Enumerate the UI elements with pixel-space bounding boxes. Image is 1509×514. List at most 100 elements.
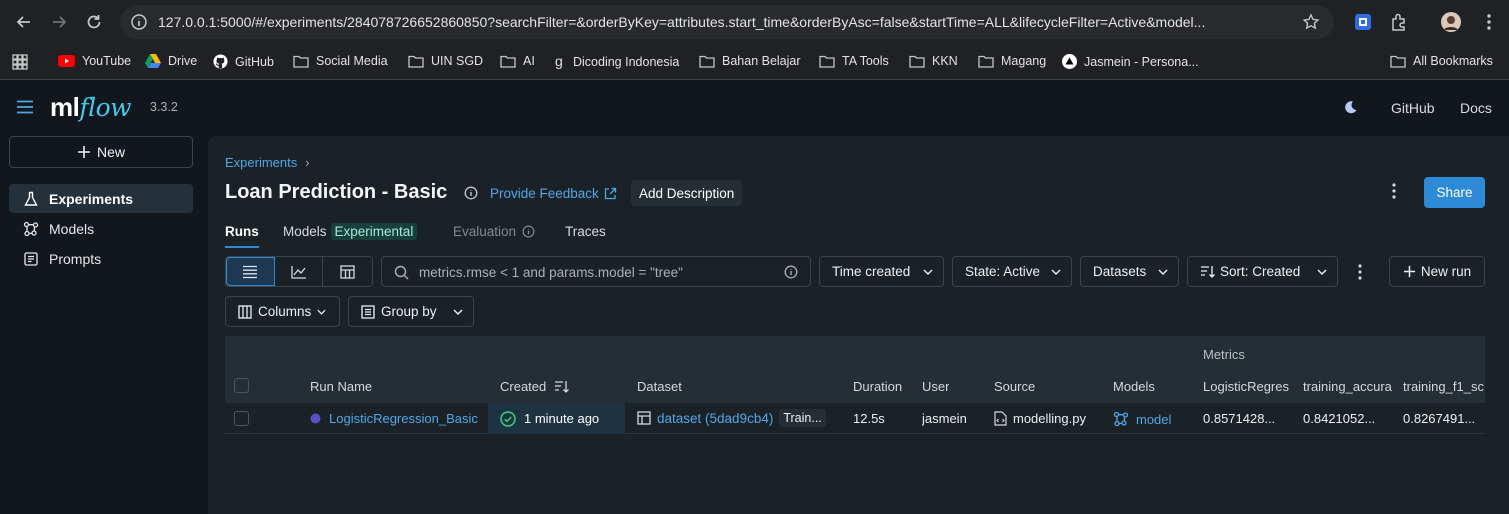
bookmark-drive[interactable]: Drive — [145, 54, 197, 68]
logo-flow: flow — [79, 93, 132, 122]
new-run-button[interactable]: New run — [1389, 256, 1485, 287]
all-bookmarks[interactable]: All Bookmarks — [1390, 54, 1493, 68]
sidebar-item-experiments[interactable]: Experiments — [9, 184, 193, 213]
tab-models-label: Models — [283, 224, 327, 239]
browser-menu-icon[interactable] — [1478, 11, 1500, 33]
column-header-metric-3[interactable]: training_f1_sc — [1403, 379, 1485, 394]
columns-button[interactable]: Columns — [225, 296, 340, 327]
column-header-run-name[interactable]: Run Name — [310, 379, 372, 394]
run-name-cell[interactable]: LogisticRegression_Basic — [310, 411, 478, 426]
column-header-created[interactable]: Created — [500, 379, 570, 394]
table-icon — [637, 411, 651, 425]
experimental-badge: Experimental — [330, 223, 418, 240]
menu-toggle-icon[interactable] — [16, 100, 34, 114]
column-header-duration[interactable]: Duration — [853, 379, 902, 394]
bookmark-folder-ta[interactable]: TA Tools — [819, 54, 889, 68]
bookmark-label: Bahan Belajar — [722, 54, 801, 68]
apps-grid-icon[interactable] — [12, 54, 28, 70]
sidebar-item-prompts[interactable]: Prompts — [9, 244, 193, 273]
search-input[interactable]: metrics.rmse < 1 and params.model = "tre… — [381, 256, 811, 287]
bookmark-folder-kkn[interactable]: KKN — [909, 54, 958, 68]
state-dropdown[interactable]: State: Active — [952, 256, 1072, 287]
share-button[interactable]: Share — [1424, 177, 1485, 208]
column-header-user[interactable]: User — [922, 379, 949, 394]
extensions-puzzle-icon[interactable] — [1388, 11, 1410, 33]
chevron-down-icon — [453, 309, 463, 315]
svg-text:g: g — [555, 54, 563, 69]
bookmark-folder-magang[interactable]: Magang — [978, 54, 1046, 68]
column-header-source[interactable]: Source — [994, 379, 1035, 394]
tab-runs[interactable]: Runs — [225, 224, 259, 248]
table-row[interactable]: LogisticRegression_Basic 1 minute ago da… — [225, 403, 1485, 434]
browser-toolbar: 127.0.0.1:5000/#/experiments/28407872665… — [0, 0, 1509, 44]
github-link[interactable]: GitHub — [1391, 100, 1435, 116]
models-cell[interactable]: model — [1113, 411, 1171, 427]
site-info-icon[interactable] — [130, 13, 148, 31]
sidebar-item-label: Prompts — [49, 250, 102, 267]
bookmark-folder-ai[interactable]: AI — [500, 54, 535, 68]
model-link[interactable]: model — [1136, 412, 1171, 427]
bookmark-folder-uin[interactable]: UIN SGD — [408, 54, 483, 68]
row-checkbox[interactable] — [234, 411, 249, 426]
bookmark-jasmein[interactable]: Jasmein - Persona... — [1062, 54, 1199, 69]
datasets-dropdown[interactable]: Datasets — [1080, 256, 1179, 287]
group-by-dropdown[interactable]: Group by — [348, 296, 474, 327]
chart-view-button[interactable] — [275, 257, 324, 286]
profile-avatar[interactable] — [1440, 11, 1462, 33]
time-created-dropdown[interactable]: Time created — [819, 256, 944, 287]
bookmark-dicoding[interactable]: g Dicoding Indonesia — [554, 54, 679, 69]
bookmark-star-icon[interactable] — [1302, 13, 1320, 31]
new-button[interactable]: New — [9, 136, 193, 168]
source-cell[interactable]: modelling.py — [994, 411, 1086, 426]
new-button-label: New — [96, 144, 125, 160]
column-header-metric-2[interactable]: training_accura — [1303, 379, 1393, 394]
reload-icon[interactable] — [84, 12, 104, 32]
bookmark-youtube[interactable]: YouTube — [58, 54, 131, 68]
folder-icon — [500, 55, 516, 68]
column-header-models[interactable]: Models — [1113, 379, 1155, 394]
run-name-link[interactable]: LogisticRegression_Basic — [329, 411, 478, 426]
bookmark-label: TA Tools — [842, 54, 889, 68]
mlflow-logo[interactable]: mlflow — [50, 92, 132, 123]
bookmark-folder-social[interactable]: Social Media — [293, 54, 388, 68]
tab-traces[interactable]: Traces — [565, 224, 606, 248]
address-bar[interactable]: 127.0.0.1:5000/#/experiments/28407872665… — [120, 5, 1334, 39]
select-all-checkbox[interactable] — [234, 378, 249, 393]
bookmark-label: All Bookmarks — [1413, 54, 1493, 68]
bookmark-folder-bahan[interactable]: Bahan Belajar — [699, 54, 801, 68]
column-header-dataset[interactable]: Dataset — [637, 379, 682, 394]
tab-evaluation[interactable]: Evaluation — [453, 224, 535, 248]
chevron-down-icon — [1051, 269, 1061, 275]
dark-mode-moon-icon[interactable] — [1343, 100, 1358, 115]
breadcrumb-experiments[interactable]: Experiments — [225, 155, 297, 170]
sort-desc-icon — [555, 381, 570, 393]
forward-icon[interactable] — [49, 12, 69, 32]
sort-dropdown[interactable]: Sort: Created — [1187, 256, 1338, 287]
bookmark-github[interactable]: GitHub — [213, 54, 274, 69]
dropdown-label: Group by — [381, 304, 437, 319]
docs-link[interactable]: Docs — [1460, 100, 1492, 116]
dropdown-label: Columns — [258, 304, 312, 319]
bookmark-label: GitHub — [235, 54, 274, 69]
metrics-group-header: Metrics — [1203, 347, 1245, 362]
provide-feedback-link[interactable]: Provide Feedback — [490, 186, 617, 201]
add-description-button[interactable]: Add Description — [631, 180, 743, 206]
search-help-icon[interactable] — [784, 265, 798, 279]
user-cell: jasmein — [922, 411, 967, 426]
extension-shield-icon[interactable] — [1352, 11, 1374, 33]
table-view-button[interactable] — [226, 257, 275, 286]
search-placeholder: metrics.rmse < 1 and params.model = "tre… — [419, 265, 683, 280]
folder-icon — [408, 55, 424, 68]
folder-icon — [819, 55, 835, 68]
more-actions-icon[interactable] — [1357, 263, 1363, 281]
more-options-icon[interactable] — [1391, 182, 1397, 200]
back-icon[interactable] — [14, 12, 34, 32]
view-mode-toggle — [225, 256, 373, 287]
info-icon[interactable] — [464, 186, 478, 200]
dataset-link[interactable]: dataset (5dad9cb4) — [657, 411, 773, 426]
tab-models[interactable]: Models Experimental — [283, 223, 418, 248]
sidebar-item-models[interactable]: Models — [9, 214, 193, 243]
evaluation-view-button[interactable] — [323, 257, 372, 286]
models-icon — [23, 221, 39, 236]
column-header-metric-1[interactable]: LogisticRegres — [1203, 379, 1293, 394]
